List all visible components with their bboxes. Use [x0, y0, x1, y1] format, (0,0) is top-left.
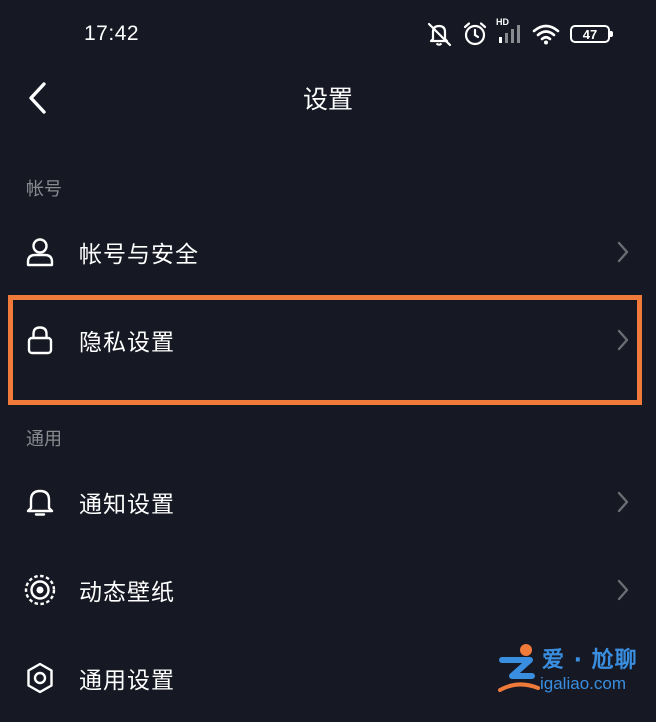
section-label-account: 帐号	[26, 179, 62, 200]
battery-icon: 47	[570, 25, 613, 43]
status-time: 17:42	[84, 22, 140, 45]
network-type-label: HD	[496, 17, 509, 27]
settings-item-notifications[interactable]: 通知设置	[0, 458, 656, 546]
user-icon	[22, 234, 58, 270]
lock-icon	[22, 322, 58, 358]
live-wallpaper-icon	[22, 572, 58, 608]
watermark: 爱 · 尬聊 igaliao.com	[496, 636, 650, 706]
chevron-right-icon	[617, 491, 629, 513]
mute-icon	[424, 21, 454, 47]
page-title: 设置	[302, 85, 353, 114]
bell-icon	[22, 484, 58, 520]
settings-item-live-wallpaper[interactable]: 动态壁纸	[0, 546, 656, 634]
watermark-url: igaliao.com	[540, 674, 626, 693]
watermark-logo-icon	[498, 644, 540, 692]
settings-item-account-security[interactable]: 帐号与安全	[0, 208, 656, 296]
settings-item-label: 帐号与安全	[79, 242, 199, 268]
chevron-right-icon	[617, 329, 629, 351]
header: 设置	[0, 64, 656, 130]
wifi-icon	[532, 22, 560, 46]
alarm-icon	[462, 21, 488, 47]
chevron-right-icon	[617, 241, 629, 263]
chevron-right-icon	[617, 579, 629, 601]
settings-item-privacy[interactable]: 隐私设置	[0, 296, 656, 384]
status-icons: HD 47	[424, 17, 613, 48]
settings-item-label: 动态壁纸	[79, 580, 175, 606]
watermark-title: 爱 · 尬聊	[542, 648, 638, 673]
settings-item-label: 通用设置	[79, 668, 175, 694]
settings-item-label: 隐私设置	[79, 330, 175, 356]
settings-item-label: 通知设置	[79, 492, 175, 518]
battery-level: 47	[582, 26, 598, 42]
section-label-general: 通用	[26, 429, 62, 450]
status-bar: 17:42 HD 47	[0, 0, 656, 64]
signal-icon: HD	[496, 17, 522, 47]
gear-icon	[22, 660, 58, 696]
